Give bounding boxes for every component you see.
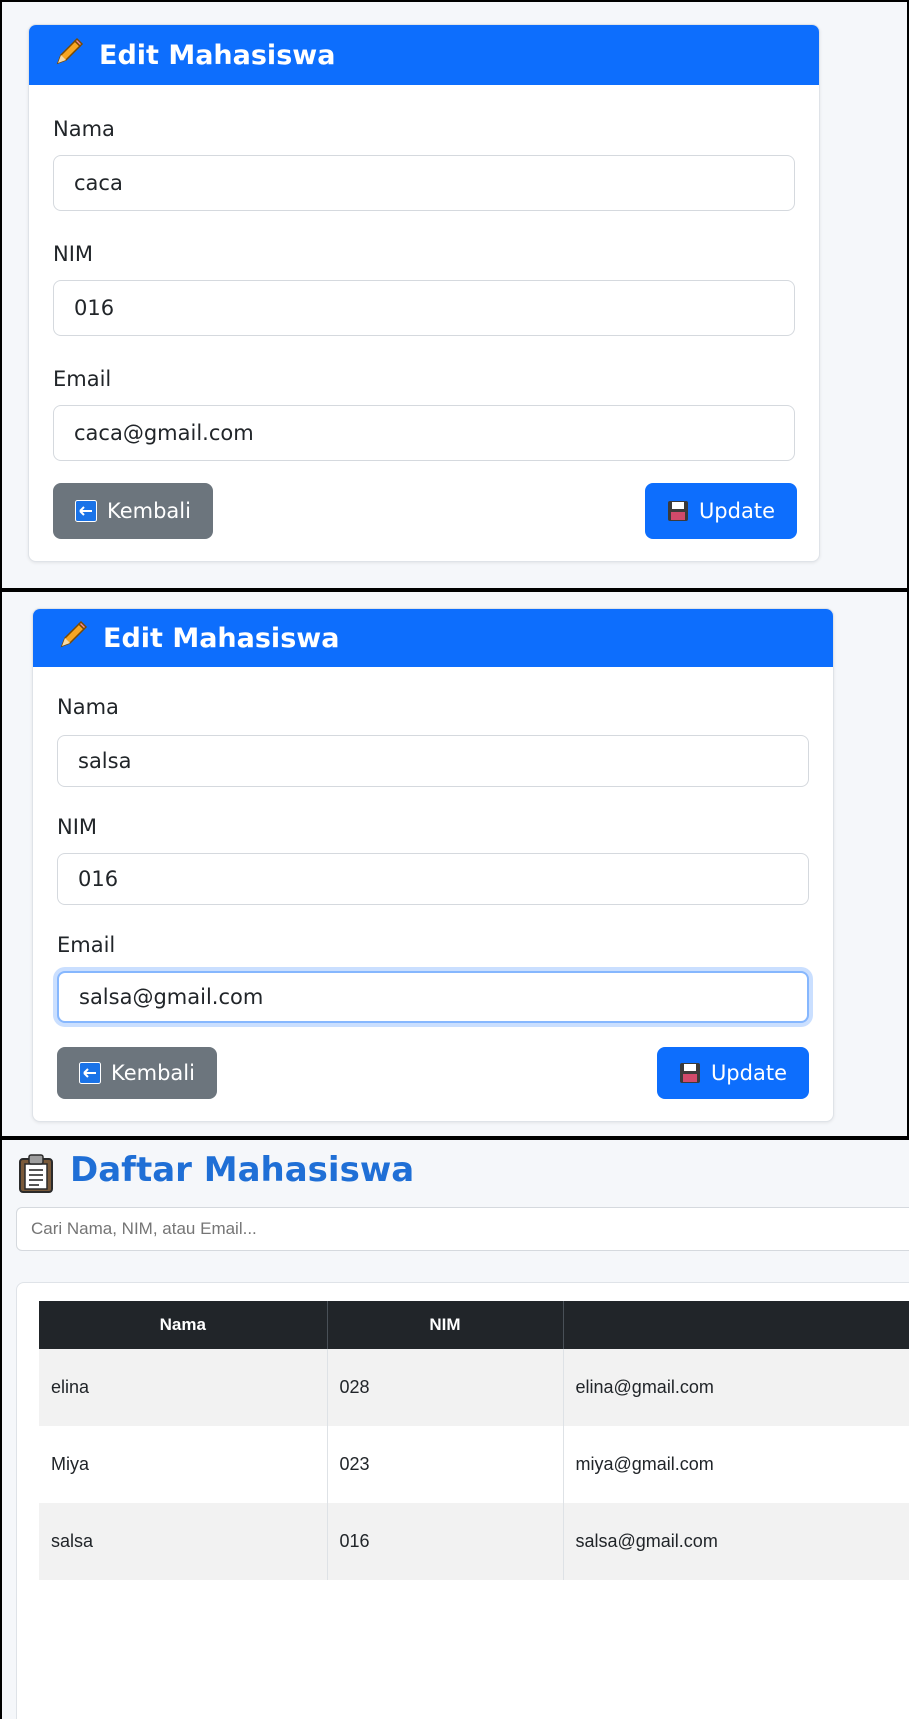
nama-input[interactable] xyxy=(57,735,809,787)
edit-panel-2: Edit Mahasiswa Nama NIM Email Kembali Up… xyxy=(0,590,909,1138)
update-label: Update xyxy=(710,1061,787,1085)
back-button[interactable]: Kembali xyxy=(57,1047,217,1099)
table-row: elina 028 elina@gmail.com xyxy=(39,1349,909,1426)
card-header: Edit Mahasiswa xyxy=(33,609,833,667)
floppy-disk-icon xyxy=(679,1062,701,1084)
edit-card: Edit Mahasiswa Nama NIM Email Kembali Up… xyxy=(28,24,820,562)
students-table: Nama NIM elina 028 elina@gmail.com Miya … xyxy=(39,1301,909,1580)
list-panel: Daftar Mahasiswa Nama NIM elina 028 elin… xyxy=(0,1138,909,1719)
nama-input[interactable] xyxy=(53,155,795,211)
edit-card: Edit Mahasiswa Nama NIM Email Kembali Up… xyxy=(32,608,834,1122)
clipboard-icon xyxy=(18,1154,54,1198)
card-title: Edit Mahasiswa xyxy=(99,39,336,71)
pencil-icon xyxy=(53,36,99,75)
nim-label: NIM xyxy=(53,242,94,266)
cell-email: salsa@gmail.com xyxy=(563,1503,909,1580)
cell-nama: Miya xyxy=(39,1426,328,1503)
email-input[interactable] xyxy=(57,971,809,1023)
back-label: Kembali xyxy=(111,1061,195,1085)
cell-nama: salsa xyxy=(39,1503,328,1580)
table-row: Miya 023 miya@gmail.com xyxy=(39,1426,909,1503)
card-title: Edit Mahasiswa xyxy=(103,622,340,654)
pencil-icon xyxy=(57,619,103,658)
back-label: Kembali xyxy=(107,499,191,523)
cell-email: elina@gmail.com xyxy=(563,1349,909,1426)
floppy-disk-icon xyxy=(667,500,689,522)
page-title: Daftar Mahasiswa xyxy=(70,1150,415,1190)
cell-email: miya@gmail.com xyxy=(563,1426,909,1503)
update-button[interactable]: Update xyxy=(656,1047,809,1099)
table-row: salsa 016 salsa@gmail.com xyxy=(39,1503,909,1580)
column-header-email xyxy=(563,1301,909,1349)
nim-label: NIM xyxy=(57,815,98,839)
update-button[interactable]: Update xyxy=(644,483,797,539)
search-input[interactable] xyxy=(16,1207,909,1251)
arrow-left-icon xyxy=(79,1062,101,1084)
table-header-row: Nama NIM xyxy=(39,1301,909,1349)
arrow-left-icon xyxy=(75,500,97,522)
column-header-nim: NIM xyxy=(327,1301,564,1349)
email-label: Email xyxy=(53,367,112,391)
update-label: Update xyxy=(698,499,775,523)
email-label: Email xyxy=(57,933,116,957)
back-button[interactable]: Kembali xyxy=(53,483,213,539)
nim-input[interactable] xyxy=(53,280,795,336)
cell-nim: 016 xyxy=(327,1503,564,1580)
cell-nim: 023 xyxy=(327,1426,564,1503)
table-card: Nama NIM elina 028 elina@gmail.com Miya … xyxy=(16,1282,909,1719)
nama-label: Nama xyxy=(53,117,115,141)
edit-panel-1: Edit Mahasiswa Nama NIM Email Kembali Up… xyxy=(0,0,909,590)
cell-nim: 028 xyxy=(327,1349,564,1426)
cell-nama: elina xyxy=(39,1349,328,1426)
email-input[interactable] xyxy=(53,405,795,461)
card-header: Edit Mahasiswa xyxy=(29,25,819,85)
nim-input[interactable] xyxy=(57,853,809,905)
column-header-nama: Nama xyxy=(39,1301,328,1349)
nama-label: Nama xyxy=(57,695,119,719)
